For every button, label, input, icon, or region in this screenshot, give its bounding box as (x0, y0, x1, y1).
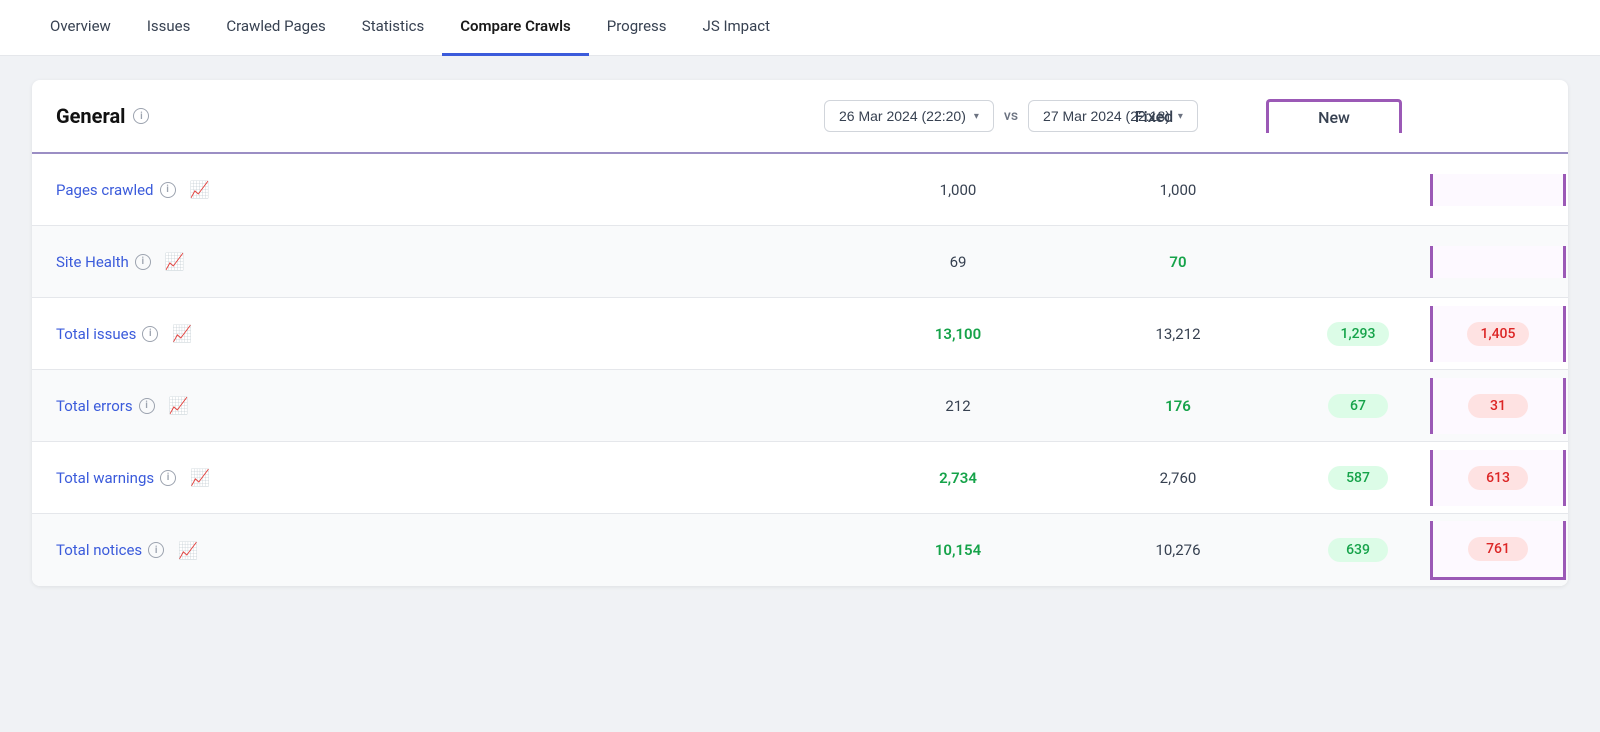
cell-fixed: 67 (1288, 378, 1428, 434)
cell-val2: 13,212 (1068, 309, 1288, 359)
row-label[interactable]: Total issues i (56, 325, 158, 343)
cell-new: 1,405 (1430, 306, 1566, 362)
cell-new: 761 (1430, 521, 1566, 580)
cell-val2: 70 (1068, 237, 1288, 287)
fixed-badge: 1,293 (1327, 322, 1390, 346)
cell-val1: 1,000 (848, 165, 1068, 215)
row-label-cell: Pages crawled i 📈 (32, 164, 848, 215)
nav-item-statistics[interactable]: Statistics (344, 0, 442, 56)
date1-selector[interactable]: 26 Mar 2024 (22:20) ▾ (824, 100, 994, 132)
fixed-badge: 67 (1328, 394, 1388, 418)
table-row: Pages crawled i 📈 1,000 1,000 (32, 154, 1568, 226)
cell-fixed (1288, 174, 1428, 206)
fixed-badge: 639 (1328, 538, 1388, 562)
new-badge: 761 (1468, 537, 1528, 561)
row-info-icon[interactable]: i (135, 254, 151, 270)
table-row: Total notices i 📈 10,154 10,276 639 761 (32, 514, 1568, 586)
chart-icon[interactable]: 📈 (178, 541, 198, 560)
table-header: General i 26 Mar 2024 (22:20) ▾ vs 27 Ma… (32, 80, 1568, 154)
cell-val2: 1,000 (1068, 165, 1288, 215)
cell-new: 31 (1430, 378, 1566, 434)
chart-icon[interactable]: 📈 (190, 180, 210, 199)
nav-item-js-impact[interactable]: JS Impact (685, 0, 788, 56)
table-body: Pages crawled i 📈 1,000 1,000 Site Healt… (32, 154, 1568, 586)
row-label-cell: Total notices i 📈 (32, 525, 848, 576)
cell-val1: 212 (848, 381, 1068, 431)
row-label[interactable]: Total warnings i (56, 469, 176, 487)
row-label[interactable]: Total notices i (56, 541, 164, 559)
row-label-cell: Total warnings i 📈 (32, 452, 848, 503)
row-info-icon[interactable]: i (148, 542, 164, 558)
table-row: Total issues i 📈 13,100 13,212 1,293 1,4… (32, 298, 1568, 370)
row-label[interactable]: Pages crawled i (56, 181, 176, 199)
section-info-icon[interactable]: i (133, 108, 149, 124)
cell-val2: 10,276 (1068, 525, 1288, 575)
row-label-cell: Total errors i 📈 (32, 380, 848, 431)
new-badge: 1,405 (1467, 322, 1530, 346)
cell-val1: 13,100 (848, 309, 1068, 359)
vs-label: vs (1004, 108, 1018, 124)
table-row: Total errors i 📈 212 176 67 31 (32, 370, 1568, 442)
cell-val2: 176 (1068, 381, 1288, 431)
row-info-icon[interactable]: i (142, 326, 158, 342)
cell-val2: 2,760 (1068, 453, 1288, 503)
col-header-fixed: Fixed (1044, 107, 1264, 126)
date1-chevron-icon: ▾ (974, 111, 979, 122)
nav-item-progress[interactable]: Progress (589, 0, 685, 56)
chart-icon[interactable]: 📈 (172, 324, 192, 343)
top-navigation: Overview Issues Crawled Pages Statistics… (0, 0, 1600, 56)
col-header-new-wrapper: New (1266, 99, 1402, 133)
col-header-new: New (1318, 108, 1350, 127)
cell-val1: 10,154 (848, 525, 1068, 575)
row-info-icon[interactable]: i (160, 470, 176, 486)
fixed-badge: 587 (1328, 466, 1388, 490)
row-label-cell: Total issues i 📈 (32, 308, 848, 359)
cell-new (1430, 246, 1566, 278)
table-row: Total warnings i 📈 2,734 2,760 587 613 (32, 442, 1568, 514)
chart-icon[interactable]: 📈 (190, 468, 210, 487)
row-label[interactable]: Total errors i (56, 397, 155, 415)
cell-fixed: 587 (1288, 450, 1428, 506)
row-label-cell: Site Health i 📈 (32, 236, 848, 287)
cell-new: 613 (1430, 450, 1566, 506)
date-selectors: 26 Mar 2024 (22:20) ▾ vs 27 Mar 2024 (22… (824, 100, 1044, 132)
table-row: Site Health i 📈 69 70 (32, 226, 1568, 298)
chart-icon[interactable]: 📈 (165, 252, 185, 271)
row-info-icon[interactable]: i (139, 398, 155, 414)
compare-crawls-card: General i 26 Mar 2024 (22:20) ▾ vs 27 Ma… (32, 80, 1568, 586)
cell-new (1430, 174, 1566, 206)
row-info-icon[interactable]: i (160, 182, 176, 198)
new-badge: 31 (1468, 394, 1528, 418)
nav-item-issues[interactable]: Issues (129, 0, 209, 56)
cell-fixed: 1,293 (1288, 306, 1428, 362)
chart-icon[interactable]: 📈 (169, 396, 189, 415)
nav-item-compare-crawls[interactable]: Compare Crawls (442, 0, 589, 56)
nav-item-overview[interactable]: Overview (32, 0, 129, 56)
nav-item-crawled-pages[interactable]: Crawled Pages (208, 0, 343, 56)
main-content: General i 26 Mar 2024 (22:20) ▾ vs 27 Ma… (0, 56, 1600, 732)
date1-label: 26 Mar 2024 (22:20) (839, 108, 966, 124)
cell-fixed (1288, 246, 1428, 278)
cell-val1: 2,734 (848, 453, 1068, 503)
cell-val1: 69 (848, 237, 1068, 287)
section-title-text: General (56, 104, 125, 128)
cell-fixed: 639 (1288, 522, 1428, 578)
new-badge: 613 (1468, 466, 1528, 490)
section-title: General i (56, 104, 824, 128)
row-label[interactable]: Site Health i (56, 253, 151, 271)
